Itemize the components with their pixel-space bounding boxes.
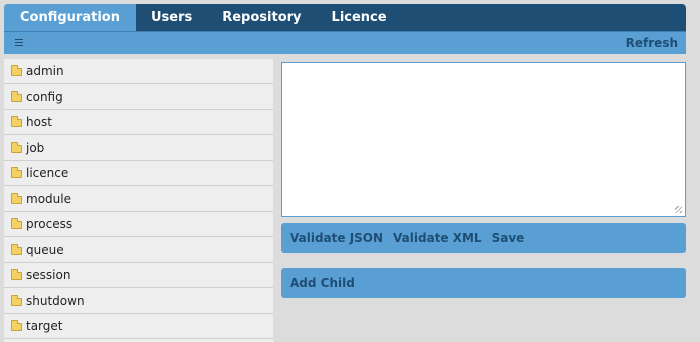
tree-item-target[interactable]: target — [4, 314, 273, 339]
folder-icon — [11, 141, 22, 153]
folder-icon — [11, 269, 22, 280]
tree-item-label: licence — [26, 166, 69, 180]
folder-icon — [11, 320, 22, 331]
tree-item-label: config — [26, 89, 63, 104]
tree-item-host[interactable]: host — [4, 110, 273, 135]
tree-item-job[interactable]: job — [4, 135, 273, 161]
config-tree: admin config host job licence module pro… — [4, 59, 273, 342]
folder-icon — [11, 65, 22, 76]
tab-users[interactable]: Users — [136, 4, 207, 31]
refresh-button[interactable]: Refresh — [626, 36, 678, 50]
tree-item-licence[interactable]: licence — [4, 161, 273, 186]
tree-item-label: module — [26, 191, 71, 206]
config-editor[interactable] — [281, 62, 686, 217]
tree-item-label: target — [26, 319, 63, 333]
tree-item-label: host — [26, 115, 52, 129]
folder-icon — [11, 167, 22, 178]
folder-icon — [11, 243, 22, 255]
tree-item-process[interactable]: process — [4, 212, 273, 237]
add-child-button[interactable]: Add Child — [290, 276, 355, 290]
tab-repository[interactable]: Repository — [207, 4, 316, 31]
save-button[interactable]: Save — [492, 231, 525, 245]
folder-icon — [11, 218, 22, 229]
tree-item-module[interactable]: module — [4, 186, 273, 212]
tree-item-queue[interactable]: queue — [4, 237, 273, 263]
folder-icon — [11, 116, 22, 127]
tree-item-admin[interactable]: admin — [4, 59, 273, 84]
tab-licence[interactable]: Licence — [317, 4, 402, 31]
tree-item-config[interactable]: config — [4, 84, 273, 110]
tree-item-session[interactable]: session — [4, 263, 273, 288]
hamburger-icon[interactable] — [15, 39, 23, 46]
validate-json-button[interactable]: Validate JSON — [290, 231, 383, 245]
tree-item-label: session — [26, 268, 71, 282]
folder-icon — [11, 192, 22, 204]
main-tab-bar: Configuration Users Repository Licence — [4, 4, 686, 31]
tab-configuration[interactable]: Configuration — [4, 4, 136, 31]
toolbar: Refresh — [4, 31, 686, 54]
tree-item-label: process — [26, 217, 73, 231]
add-child-bar: Add Child — [281, 268, 686, 298]
folder-icon — [11, 90, 22, 102]
resize-grip-icon[interactable] — [675, 206, 682, 213]
tree-item-shutdown[interactable]: shutdown — [4, 288, 273, 314]
tree-item-label: job — [26, 140, 45, 155]
validate-xml-button[interactable]: Validate XML — [393, 231, 482, 245]
editor-action-bar: Validate JSON Validate XML Save — [281, 223, 686, 253]
tree-item-label: queue — [26, 242, 64, 257]
tree-item-label: admin — [26, 64, 64, 78]
tree-item-label: shutdown — [26, 293, 85, 308]
folder-icon — [11, 294, 22, 306]
